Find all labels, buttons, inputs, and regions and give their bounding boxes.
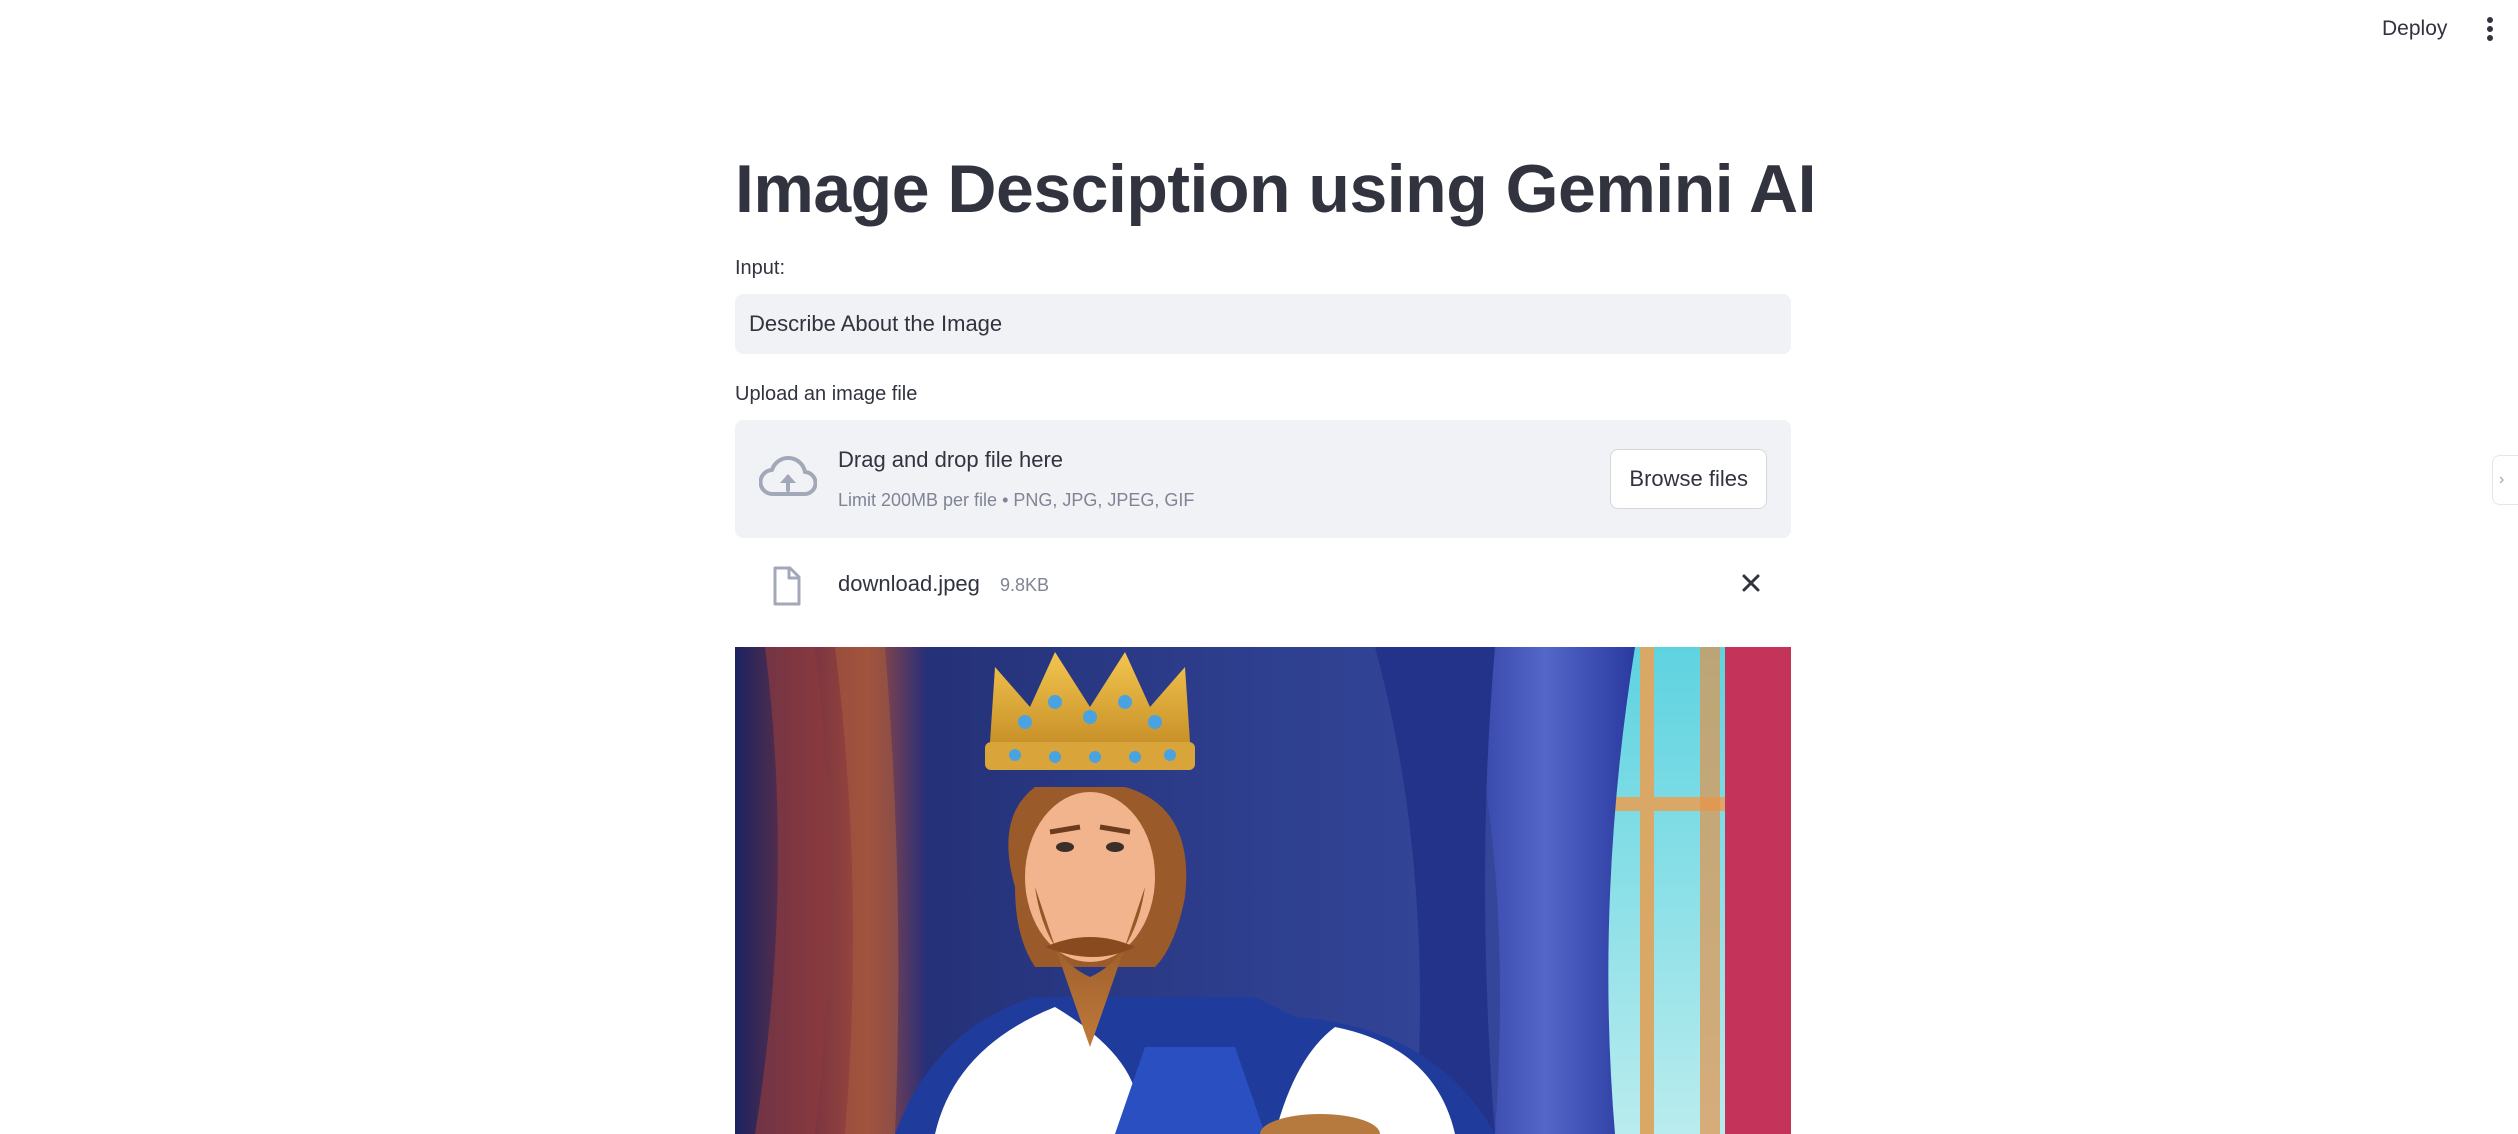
input-label: Input: (735, 257, 786, 279)
uploaded-image-preview (735, 647, 1791, 1134)
file-icon (773, 566, 801, 606)
close-icon (1742, 574, 1760, 592)
dropzone-limit-text: Limit 200MB per file • PNG, JPG, JPEG, G… (838, 490, 1195, 510)
sidebar-expand-button[interactable]: › (2492, 455, 2518, 505)
remove-file-button[interactable] (1735, 567, 1767, 599)
deploy-button[interactable]: Deploy (2370, 14, 2459, 44)
vertical-ellipsis-icon (2487, 17, 2493, 41)
prompt-input[interactable] (735, 294, 1791, 354)
dropzone-instructions: Drag and drop file here (838, 447, 1064, 472)
upload-label: Upload an image file (735, 383, 918, 405)
file-size: 9.8KB (1000, 575, 1050, 595)
browse-files-button[interactable]: Browse files (1610, 449, 1767, 509)
king-portrait-image (735, 647, 1791, 1134)
file-dropzone[interactable]: Drag and drop file here Limit 200MB per … (735, 420, 1791, 538)
chevron-right-icon: › (2499, 471, 2505, 488)
main-menu-button[interactable] (2478, 12, 2502, 46)
cloud-upload-icon (759, 456, 817, 496)
top-toolbar: Deploy (0, 0, 2518, 58)
file-name: download.jpeg (838, 571, 980, 596)
uploaded-file-item: download.jpeg 9.8KB (735, 560, 1791, 614)
page-title: Image Desciption using Gemini AI (735, 151, 1817, 227)
